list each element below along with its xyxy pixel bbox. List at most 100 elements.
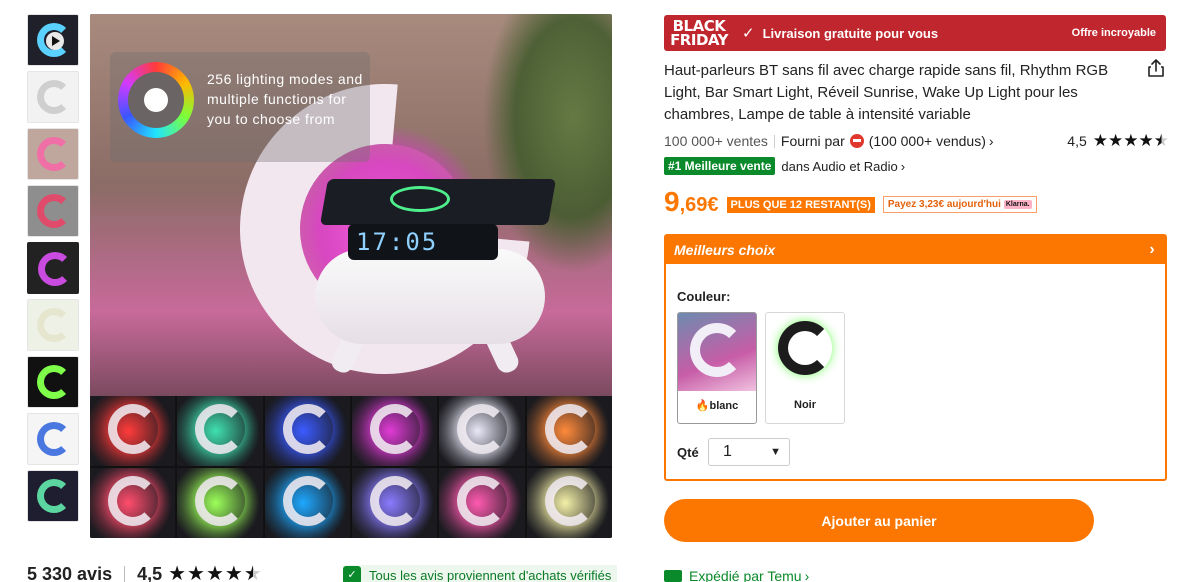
color-mode-cell <box>439 396 525 466</box>
share-icon[interactable] <box>1146 58 1166 78</box>
color-option-name: Noir <box>794 399 816 411</box>
lamp-shape <box>690 323 744 377</box>
thumbnail-image[interactable] <box>27 128 79 180</box>
play-icon <box>46 32 64 50</box>
charging-ring <box>390 186 450 212</box>
best-seller-badge: #1 Meilleure vente <box>664 157 776 175</box>
klarna-text: Payez 3,23€ aujourd'hui <box>887 199 1001 210</box>
thumbnail-image[interactable] <box>27 413 79 465</box>
shipped-by-text: Expédié par Temu <box>689 568 802 582</box>
product-meta: 100 000+ ventes Fourni par (100 000+ ven… <box>664 131 1169 151</box>
verified-notice: ✓ Tous les avis proviennent d'achats vér… <box>343 565 618 582</box>
black-friday-banner[interactable]: BLACK FRIDAY ✓ Livraison gratuite pour v… <box>664 15 1166 51</box>
lamp-shape <box>457 404 508 454</box>
reviews-summary[interactable]: 5 330 avis 4,5 ★ ★ ★ ★ ★ <box>27 562 262 582</box>
add-to-cart-button[interactable]: Ajouter au panier <box>664 499 1094 542</box>
lamp-thumb-shape <box>37 365 71 399</box>
lamp-thumb-shape <box>37 479 71 513</box>
divider <box>773 134 775 148</box>
thumbnail-image-selected[interactable] <box>27 242 79 294</box>
flame-icon: 🔥 <box>695 400 710 412</box>
color-option-noir[interactable]: Noir <box>765 312 845 424</box>
seller-logo-icon[interactable] <box>849 134 864 148</box>
lamp-shape <box>457 476 508 526</box>
thumbnail-strip <box>27 14 79 538</box>
color-blanc-label: blanc <box>709 400 739 412</box>
quantity-select[interactable]: 1 ▼ <box>708 438 790 466</box>
truck-icon <box>664 570 682 582</box>
chevron-down-icon: ▼ <box>770 446 781 458</box>
klarna-badge[interactable]: Payez 3,23€ aujourd'hui Klarna. <box>882 196 1037 213</box>
star-icon: ★ <box>1108 131 1124 150</box>
lamp-thumb-shape <box>37 137 71 171</box>
free-shipping-message: Livraison gratuite pour vous <box>762 25 939 41</box>
ring-dot-icon <box>144 88 168 112</box>
best-seller-line[interactable]: #1 Meilleure vente dans Audio et Radio › <box>664 157 905 175</box>
lamp-thumb-shape <box>37 422 71 456</box>
color-mode-cell <box>352 468 438 538</box>
color-mode-cell <box>526 468 612 538</box>
offer-label: Offre incroyable <box>1071 27 1156 39</box>
star-icon: ★ <box>205 563 224 582</box>
chevron-right-icon[interactable]: › <box>989 133 994 149</box>
color-option-name: 🔥blanc <box>678 399 756 412</box>
color-mode-cell <box>352 396 438 466</box>
seller-sales[interactable]: (100 000+ vendus) <box>869 133 986 149</box>
thumbnail-image[interactable] <box>27 71 79 123</box>
reviews-count[interactable]: 5 330 avis <box>27 564 112 582</box>
color-mode-cell <box>439 468 525 538</box>
lamp-thumb-shape <box>37 308 71 342</box>
lamp-shape <box>108 404 158 454</box>
product-rating[interactable]: 4,5 ★ ★ ★ ★ ★ <box>1067 131 1169 151</box>
thumbnail-image[interactable] <box>27 356 79 408</box>
star-icon: ★ <box>1092 131 1108 150</box>
lamp-shape <box>778 321 832 375</box>
chevron-right-icon[interactable]: › <box>901 159 905 174</box>
main-product-image[interactable]: 17:05 256 lighting modes and multiple fu… <box>90 14 612 538</box>
color-mode-cell <box>177 468 263 538</box>
chevron-right-icon: › <box>804 568 810 582</box>
rating-value: 4,5 <box>137 563 163 582</box>
options-header[interactable]: Meilleurs choix › <box>666 236 1165 264</box>
star-icon: ★ <box>187 563 205 582</box>
lamp-shape <box>544 404 595 454</box>
color-mode-cell <box>526 396 612 466</box>
color-option-blanc[interactable]: 🔥blanc <box>677 312 757 424</box>
quantity-label: Qté <box>677 445 699 460</box>
lamp-shape <box>282 404 333 454</box>
price-line: 9 ,69€ PLUS QUE 12 RESTANT(S) Payez 3,23… <box>664 187 1037 217</box>
half-star-icon: ★ <box>243 563 262 582</box>
klarna-logo: Klarna. <box>1003 200 1032 209</box>
color-mode-cell <box>177 396 263 466</box>
black-friday-logo: BLACK FRIDAY <box>668 19 730 48</box>
lamp-thumb-shape <box>38 252 72 286</box>
options-header-label: Meilleurs choix <box>674 242 776 258</box>
product-rating-value: 4,5 <box>1067 133 1087 149</box>
thumbnail-image[interactable] <box>27 470 79 522</box>
sales-count: 100 000+ ventes <box>664 133 768 149</box>
thumbnail-image[interactable] <box>27 185 79 237</box>
lamp-base <box>315 249 545 344</box>
shipped-by-line[interactable]: Expédié par Temu › <box>664 568 809 582</box>
feature-overlay-text: 256 lighting modes and multiple function… <box>207 71 363 127</box>
star-icon: ★ <box>224 563 243 582</box>
color-label: Couleur: <box>677 289 731 304</box>
thumbnail-video[interactable] <box>27 14 79 66</box>
lamp-shape <box>370 476 420 526</box>
thumbnail-image[interactable] <box>27 299 79 351</box>
stock-badge: PLUS QUE 12 RESTANT(S) <box>726 197 875 213</box>
chevron-right-icon[interactable]: › <box>1139 236 1165 264</box>
best-seller-category[interactable]: dans Audio et Radio <box>781 159 897 174</box>
star-icon: ★ <box>1123 131 1139 150</box>
color-mode-cell <box>90 396 176 466</box>
lamp-shape <box>370 404 420 454</box>
price-integer: 9 <box>664 186 680 217</box>
quantity-value: 1 <box>723 443 732 460</box>
product-scene: 17:05 256 lighting modes and multiple fu… <box>90 14 612 434</box>
lamp-shape <box>544 476 595 526</box>
star-icon: ★ <box>1138 131 1154 150</box>
price-decimal: ,69€ <box>679 194 719 216</box>
divider <box>124 566 126 582</box>
color-option-image <box>678 313 756 391</box>
clock-display: 17:05 <box>348 224 498 260</box>
